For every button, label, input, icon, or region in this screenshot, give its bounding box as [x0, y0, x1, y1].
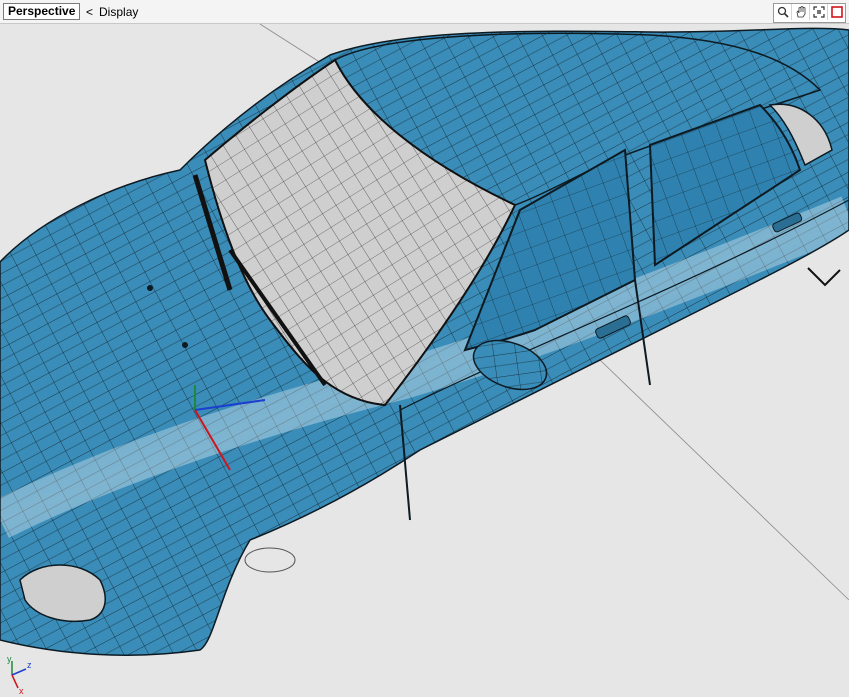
axis-label-y: y: [7, 655, 12, 664]
axis-label-x: x: [19, 686, 24, 695]
view-name-label[interactable]: Perspective: [3, 3, 81, 20]
3d-viewport[interactable]: Perspective < Display y z x: [0, 0, 849, 697]
viewport-toolbar: Perspective < Display: [0, 0, 849, 24]
axis-tripod: y z x: [7, 655, 32, 695]
axis-label-z: z: [27, 660, 32, 670]
view-control-icons: [773, 3, 846, 23]
washer-jet: [147, 285, 153, 291]
rear-wheel-hint: [807, 267, 841, 287]
display-menu-label: Display: [99, 5, 139, 19]
grid-line: [599, 359, 849, 601]
pan-hand-icon[interactable]: [792, 4, 810, 20]
zoom-icon[interactable]: [774, 4, 792, 20]
display-menu[interactable]: < Display: [86, 4, 138, 20]
washer-jet: [182, 342, 188, 348]
chevron-left-icon: <: [86, 5, 94, 19]
maximize-view-icon[interactable]: [828, 4, 845, 20]
car-model-scene[interactable]: [0, 24, 849, 697]
fit-view-icon[interactable]: [810, 4, 828, 20]
front-wheel: [244, 547, 296, 573]
